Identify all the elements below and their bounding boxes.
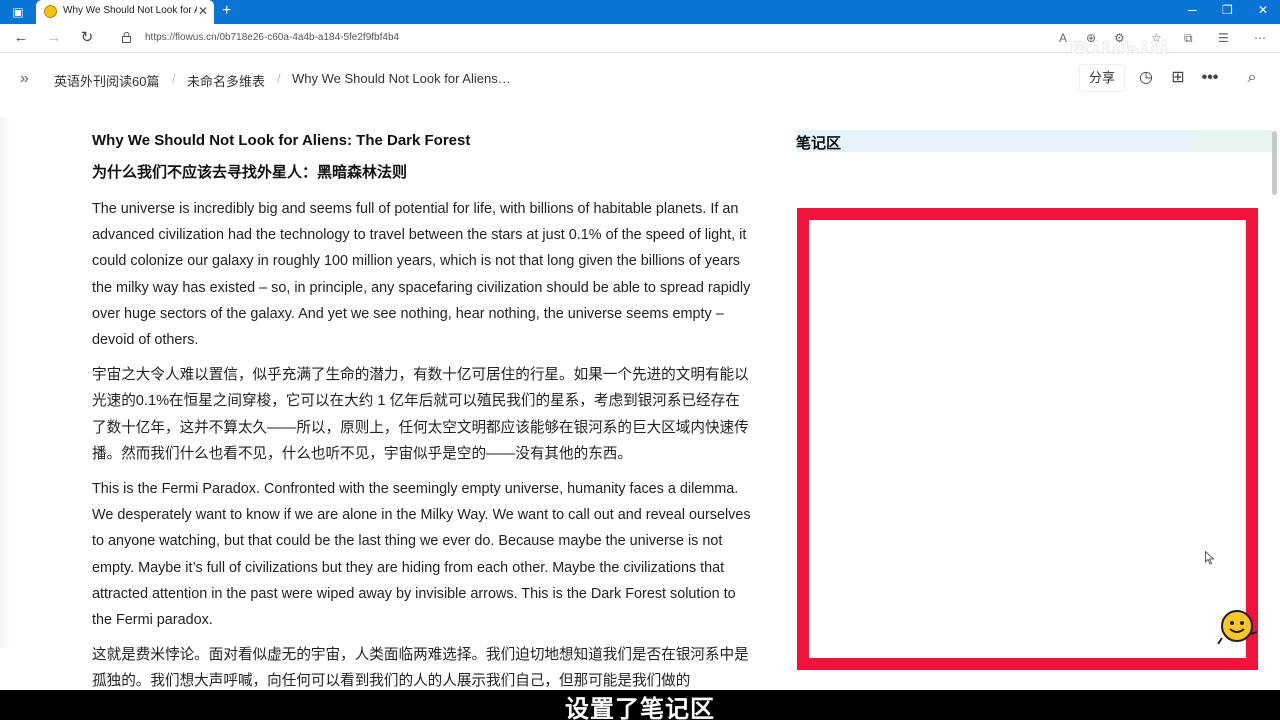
read-aloud-icon[interactable]: A	[1059, 31, 1067, 45]
paragraph-cn-1: 宇宙之大令人难以置信，似乎充满了生命的潜力，有数十亿可居住的行星。如果一个先进的…	[92, 367, 749, 462]
add-bookmark-icon[interactable]: ⊞	[1168, 68, 1188, 88]
article-content: Why We Should Not Look for Aliens: The D…	[92, 130, 752, 704]
page-header: » 英语外刊阅读60篇 / 未命名多维表 / Why We Should Not…	[0, 54, 1280, 104]
notes-title: 笔记区	[796, 135, 842, 152]
new-tab-icon[interactable]: +	[222, 2, 231, 20]
paragraph-en-2: This is the Fermi Paradox. Confronted wi…	[92, 481, 751, 629]
more-options-icon[interactable]: •••	[1200, 68, 1220, 88]
breadcrumb-separator: /	[172, 71, 176, 86]
breadcrumb-separator: /	[277, 71, 281, 86]
close-tab-icon[interactable]: ✕	[198, 4, 208, 18]
notes-heading: 笔记区	[796, 130, 1272, 152]
paragraph-cn-2: 这就是费米悖论。面对看似虚无的宇宙，人类面临两难选择。我们迫切地想知道我们是否在…	[92, 647, 749, 690]
profile-icon[interactable]: ☰	[1218, 31, 1229, 45]
tab-title: Why We Should Not Look for Ali	[63, 5, 197, 16]
paragraph-en-1: The universe is incredibly big and seems…	[92, 201, 751, 349]
more-browser-icon[interactable]: ⋯	[1254, 31, 1266, 45]
breadcrumb-item-root[interactable]: 英语外刊阅读60篇	[54, 71, 159, 90]
maximize-icon[interactable]: ❐	[1222, 3, 1233, 17]
back-icon[interactable]: ←	[12, 29, 30, 47]
notes-area[interactable]	[797, 208, 1258, 670]
window-menu-icon[interactable]: ▣	[10, 4, 26, 20]
collections-icon[interactable]: ⧉	[1184, 31, 1193, 46]
window-close-icon[interactable]: ✕	[1258, 3, 1268, 17]
mouse-cursor-icon	[1205, 551, 1215, 565]
article-title-cn: 为什么我们不应该去寻找外星人：黑暗森林法则	[92, 164, 408, 181]
minimize-icon[interactable]: ─	[1188, 3, 1197, 17]
refresh-icon[interactable]: ↻	[78, 29, 96, 47]
url-field[interactable]: https://flowus.cn/0b718e26-c60a-4a4b-a18…	[145, 32, 399, 43]
breadcrumb-item-table[interactable]: 未命名多维表	[187, 71, 265, 90]
breadcrumb-item-page[interactable]: Why We Should Not Look for Aliens…	[292, 71, 511, 86]
browser-tab[interactable]: Why We Should Not Look for Ali ✕	[36, 0, 214, 24]
assistant-mascot-icon[interactable]	[1216, 608, 1258, 648]
article-title-en: Why We Should Not Look for Aliens: The D…	[92, 132, 471, 149]
expand-sidebar-icon[interactable]: »	[20, 70, 29, 88]
search-icon[interactable]: ⌕	[1242, 68, 1262, 88]
video-subtitle: 设置了笔记区	[565, 696, 715, 720]
history-icon[interactable]: ◷	[1136, 68, 1156, 88]
favicon-icon	[44, 5, 57, 18]
lock-icon	[122, 32, 131, 43]
share-button[interactable]: 分享	[1079, 64, 1125, 92]
browser-tab-strip: ▣ Why We Should Not Look for Ali ✕ + ─ ❐…	[0, 0, 1280, 24]
notes-heading-tint	[1192, 130, 1272, 152]
scrollbar-thumb[interactable]	[1272, 131, 1277, 195]
forward-icon[interactable]: →	[45, 29, 63, 47]
sidebar-edge	[0, 118, 10, 648]
